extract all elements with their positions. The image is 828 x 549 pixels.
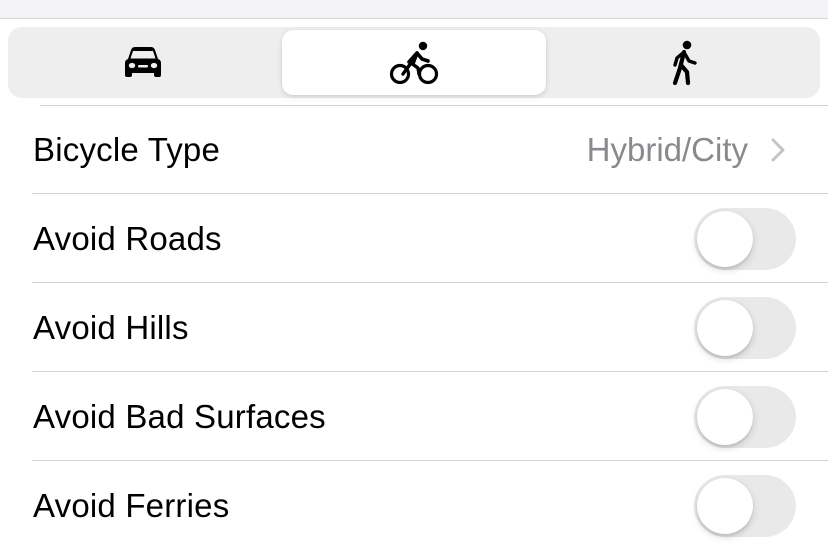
toggle-knob <box>697 388 753 445</box>
toggle-knob <box>697 299 753 356</box>
row-label: Bicycle Type <box>33 130 221 168</box>
chevron-right-icon <box>771 138 785 161</box>
toggle-knob <box>697 477 753 534</box>
tab-car[interactable] <box>11 30 276 95</box>
row-label: Avoid Bad Surfaces <box>33 397 326 435</box>
top-bar <box>0 0 828 19</box>
avoid-ferries-toggle[interactable] <box>694 474 796 537</box>
row-label: Avoid Roads <box>33 219 222 257</box>
row-value: Hybrid/City <box>586 130 748 168</box>
bicycle-type-row[interactable]: Bicycle Type Hybrid/City <box>0 105 828 194</box>
avoid-hills-toggle[interactable] <box>694 296 796 359</box>
avoid-ferries-row: Avoid Ferries <box>0 461 828 549</box>
avoid-roads-row: Avoid Roads <box>0 194 828 283</box>
row-label: Avoid Hills <box>33 308 189 346</box>
car-icon <box>125 46 162 77</box>
options-list: Bicycle Type Hybrid/City Avoid Roads Avo… <box>0 105 828 549</box>
toggle-knob <box>697 210 753 267</box>
bicycle-icon <box>389 41 439 84</box>
avoid-roads-toggle[interactable] <box>694 207 796 270</box>
tab-bicycle[interactable] <box>281 30 547 95</box>
avoid-bad-surfaces-toggle[interactable] <box>694 385 796 448</box>
row-label: Avoid Ferries <box>33 486 230 524</box>
tab-walking[interactable] <box>552 30 817 95</box>
avoid-bad-surfaces-row: Avoid Bad Surfaces <box>0 372 828 461</box>
transport-mode-segmented-control <box>8 27 820 98</box>
bicycle-options-screen: Bicycle Type Hybrid/City Avoid Roads Avo… <box>0 0 828 549</box>
avoid-hills-row: Avoid Hills <box>0 283 828 372</box>
walking-icon <box>672 40 697 85</box>
